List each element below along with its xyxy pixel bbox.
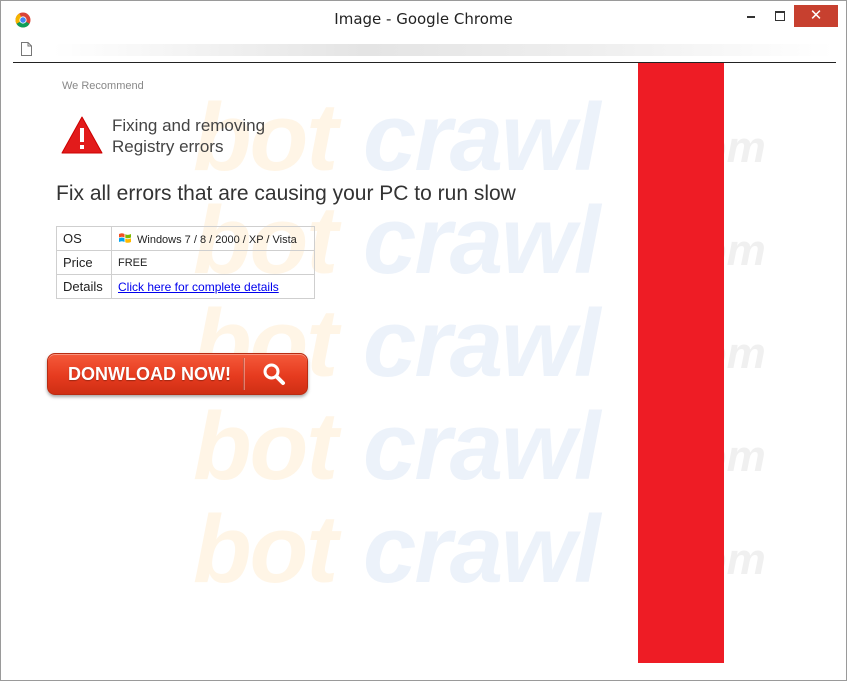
recommend-label: We Recommend [62, 80, 144, 92]
price-label: Price [56, 250, 112, 275]
address-field[interactable] [53, 44, 834, 56]
browser-window: Image - Google Chrome ✕ botcrawl.com bot… [0, 0, 847, 681]
maximize-button[interactable] [765, 5, 793, 27]
title-bar[interactable]: Image - Google Chrome ✕ [1, 1, 846, 37]
table-row: OS Windows 7 / 8 / 2000 / XP / Vista [56, 226, 315, 251]
maximize-icon [775, 11, 785, 21]
details-label: Details [56, 274, 112, 299]
product-info-table: OS Windows 7 / 8 / 2000 / XP / Vista Pri… [56, 226, 315, 299]
close-button[interactable]: ✕ [794, 5, 838, 27]
os-label: OS [56, 226, 112, 251]
subheadline: Fix all errors that are causing your PC … [56, 182, 516, 205]
minimize-icon [747, 16, 755, 18]
table-row: Price FREE [56, 250, 315, 275]
page-icon [21, 42, 32, 56]
window-title: Image - Google Chrome [334, 10, 513, 28]
headline: Fixing and removing Registry errors [112, 115, 265, 157]
headline-line-2: Registry errors [112, 137, 224, 156]
download-now-button[interactable]: DONWLOAD NOW! [47, 353, 308, 395]
minimize-button[interactable] [735, 5, 763, 27]
windows-flag-icon [119, 233, 131, 243]
red-banner-bar [638, 63, 724, 663]
page-content: botcrawl.com botcrawl.com botcrawl.com b… [13, 63, 836, 671]
search-icon [263, 363, 285, 385]
download-button-label: DONWLOAD NOW! [68, 364, 231, 384]
headline-line-1: Fixing and removing [112, 116, 266, 135]
button-divider [243, 358, 245, 390]
address-bar[interactable] [13, 37, 836, 63]
table-row: Details Click here for complete details [56, 274, 315, 299]
os-value-cell: Windows 7 / 8 / 2000 / XP / Vista [111, 226, 315, 251]
close-icon: ✕ [809, 6, 823, 24]
price-value: FREE [111, 250, 315, 275]
details-link[interactable]: Click here for complete details [118, 280, 279, 294]
os-value: Windows 7 / 8 / 2000 / XP / Vista [137, 234, 297, 246]
details-cell: Click here for complete details [111, 274, 315, 299]
warning-icon [61, 116, 103, 154]
